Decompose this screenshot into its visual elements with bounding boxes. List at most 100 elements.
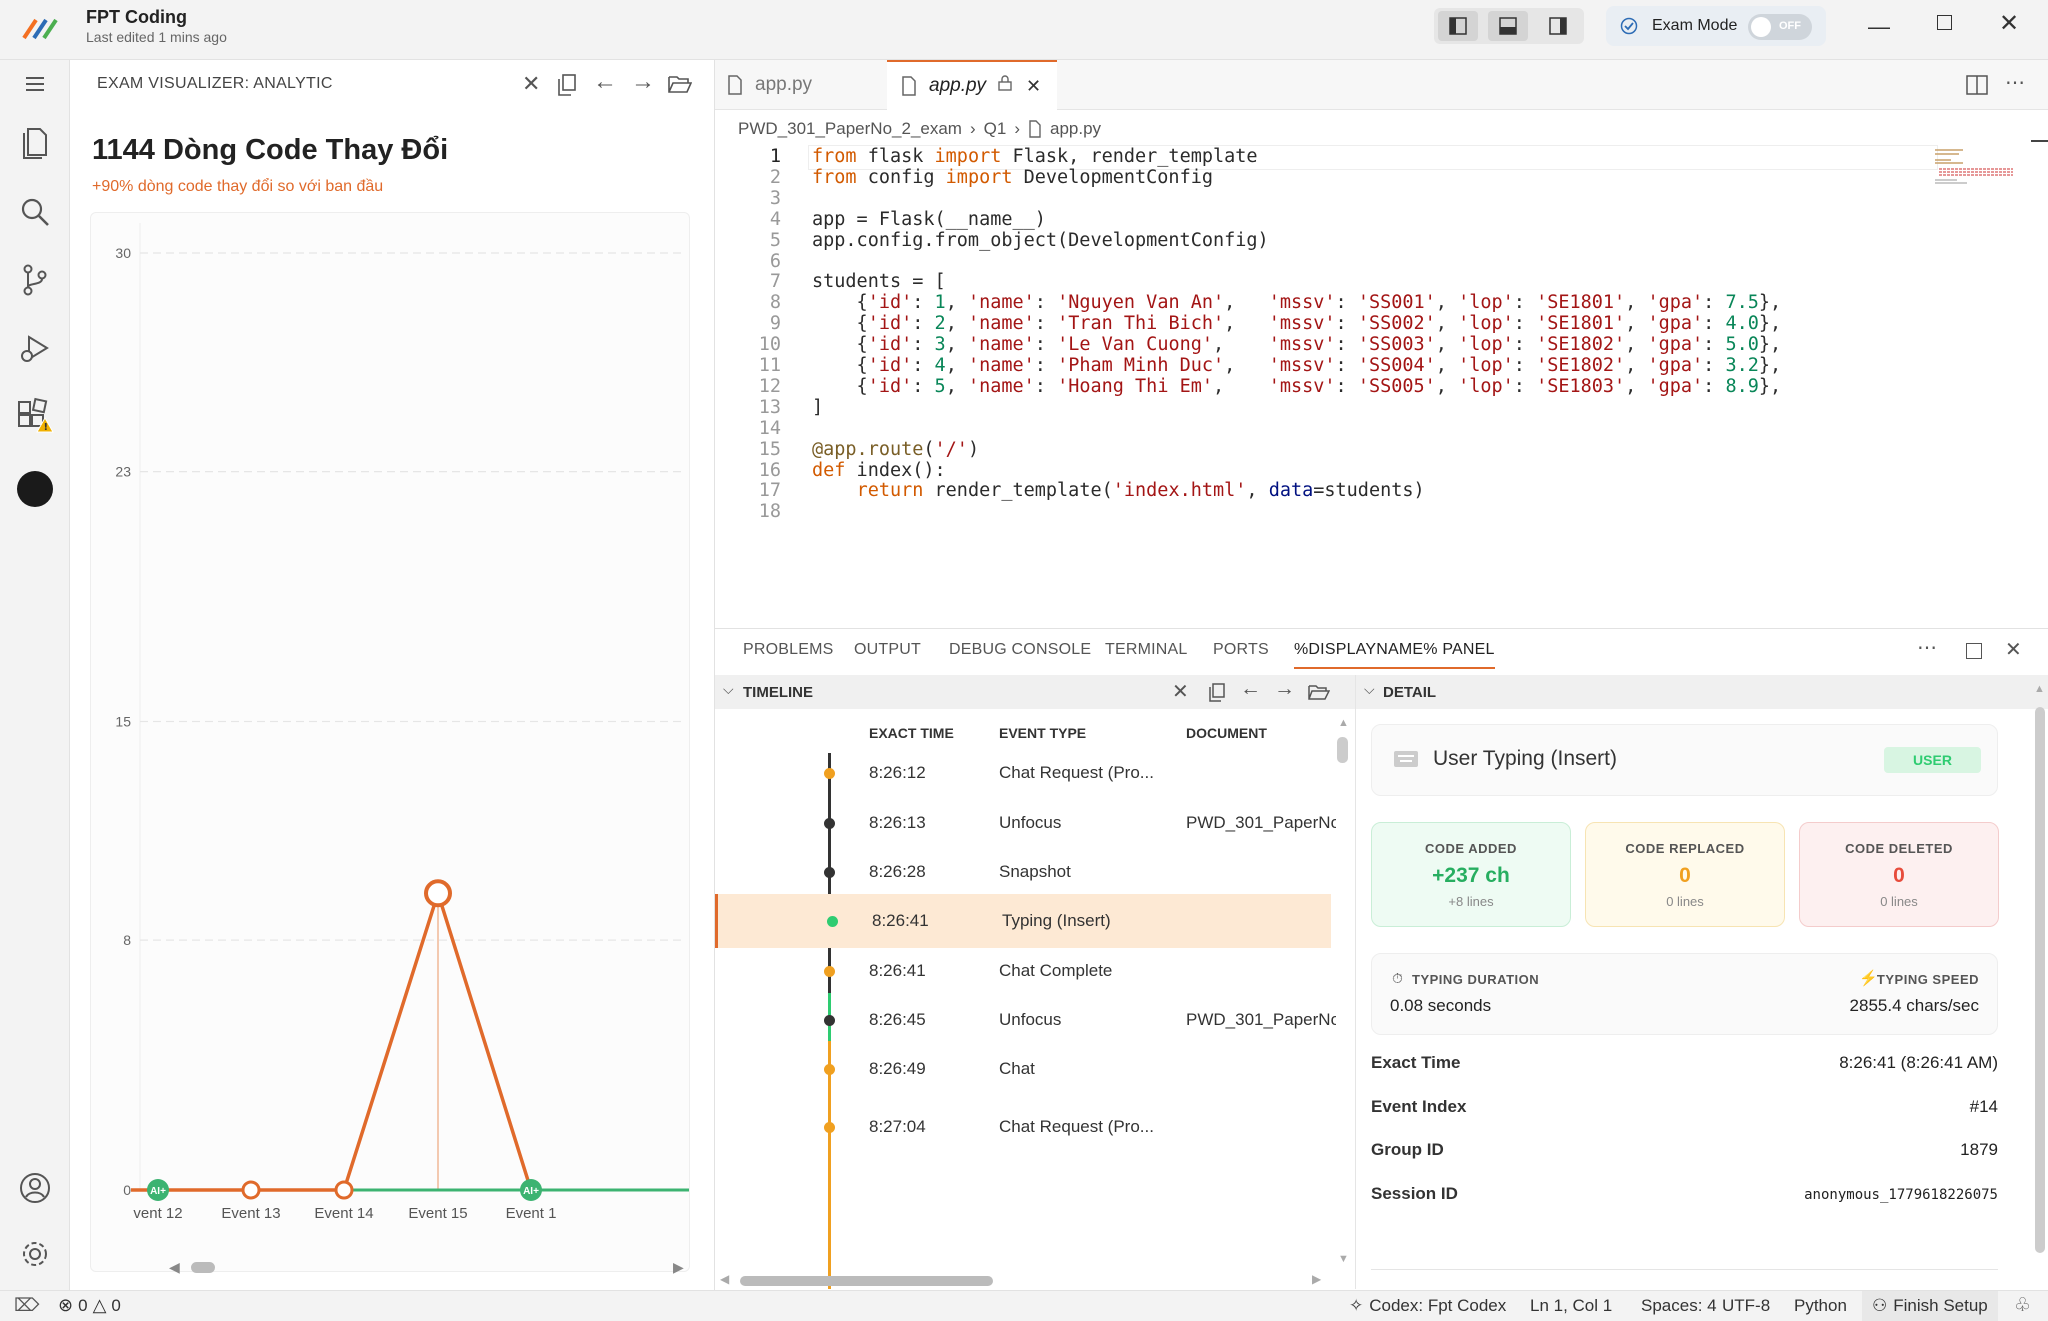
files-icon[interactable] <box>15 122 55 162</box>
breadcrumb-folder[interactable]: PWD_301_PaperNo_2_exam <box>738 119 962 139</box>
scroll-up-icon[interactable]: ▲ <box>1338 717 1349 729</box>
close-panel-icon[interactable]: ✕ <box>2005 637 2022 662</box>
scroll-right-icon[interactable]: ▶ <box>1312 1272 1321 1286</box>
exam-mode-control[interactable]: Exam Mode OFF <box>1606 6 1826 46</box>
scroll-left-icon[interactable]: ◀ <box>720 1272 729 1286</box>
minimap[interactable] <box>1933 146 2029 186</box>
detail-scrollbar-thumb[interactable] <box>2035 707 2045 1253</box>
y-tick-label: 8 <box>123 932 131 948</box>
tab-app-py[interactable]: app.py <box>727 60 887 110</box>
tab-terminal[interactable]: TERMINAL <box>1105 641 1188 659</box>
more-actions-icon[interactable]: ⋯ <box>2005 70 2025 95</box>
language-mode[interactable]: Python <box>1794 1296 1847 1316</box>
scroll-down-icon[interactable]: ▼ <box>1338 1253 1349 1265</box>
x-tick-label: Event 13 <box>221 1205 280 1222</box>
settings-gear-icon[interactable] <box>15 1234 55 1274</box>
finish-setup-button[interactable]: ⚇ Finish Setup <box>1862 1291 1998 1321</box>
more-actions-icon[interactable]: ⋯ <box>1917 635 1937 660</box>
encoding[interactable]: UTF-8 <box>1722 1296 1770 1316</box>
codex-status[interactable]: ✧ Codex: Fpt Codex <box>1349 1296 1506 1316</box>
event-time: 8:26:13 <box>869 813 926 832</box>
timeline-hscrollbar-thumb[interactable] <box>740 1276 993 1286</box>
detail-field-row: Group ID 1879 <box>1371 1140 1998 1170</box>
scroll-right-icon[interactable]: ▶ <box>673 1259 684 1276</box>
minimize-icon[interactable]: — <box>1868 14 1890 40</box>
tab-ports[interactable]: PORTS <box>1213 641 1269 659</box>
code-text: {'id': 4, 'name': 'Pham Minh Duc', 'mssv… <box>812 355 1782 376</box>
line-number: 4 <box>769 208 781 230</box>
timeline-row[interactable]: 8:26:12 Chat Request (Pro... <box>715 746 1331 800</box>
toggle-sidebar-icon[interactable] <box>1438 11 1478 41</box>
tab-output[interactable]: OUTPUT <box>854 641 921 659</box>
code-added-card: CODE ADDED +237 ch +8 lines <box>1371 822 1571 927</box>
timeline-row[interactable]: 8:26:13 Unfocus PWD_301_PaperNo <box>715 796 1336 850</box>
indentation[interactable]: Spaces: 4 <box>1641 1296 1717 1316</box>
finish-setup-label: Finish Setup <box>1893 1296 1988 1315</box>
close-tab-icon[interactable]: ✕ <box>1026 76 1041 97</box>
remote-icon[interactable]: ⌦ <box>14 1295 39 1316</box>
bottom-panel: PROBLEMS OUTPUT DEBUG CONSOLE TERMINAL P… <box>715 628 2048 1290</box>
arrow-left-icon[interactable]: ← <box>593 68 617 96</box>
status-bar: ⌦ ⊗ 0 △ 0 ✧ Codex: Fpt Codex Ln 1, Col 1… <box>0 1290 2048 1321</box>
chevron-down-icon[interactable]: ⌵ <box>1364 681 1375 698</box>
search-icon[interactable] <box>15 192 55 232</box>
toggle-secondary-sidebar-icon[interactable] <box>1538 11 1578 41</box>
maximize-icon[interactable] <box>1937 15 1952 30</box>
chevron-down-icon[interactable]: ⌵ <box>723 681 734 698</box>
arrow-right-icon[interactable]: → <box>631 68 655 96</box>
tab-problems[interactable]: PROBLEMS <box>743 641 834 659</box>
tab-displayname-panel[interactable]: %DISPLAYNAME% PANEL <box>1294 641 1495 669</box>
code-added-lines: +8 lines <box>1448 894 1494 909</box>
event-type: Unfocus <box>999 1010 1062 1029</box>
code-deleted-lines: 0 lines <box>1880 894 1918 909</box>
source-control-icon[interactable] <box>15 260 55 300</box>
close-icon[interactable]: ✕ <box>1172 679 1189 704</box>
event-dot <box>824 1064 835 1075</box>
toggle-panel-icon[interactable] <box>1488 11 1528 41</box>
copy-icon[interactable] <box>1209 683 1225 702</box>
folder-open-icon[interactable] <box>668 75 692 93</box>
breadcrumb-subfolder[interactable]: Q1 <box>984 119 1007 139</box>
arrow-right-icon[interactable]: → <box>1274 677 1295 701</box>
maximize-panel-icon[interactable] <box>1966 643 1982 659</box>
record-icon[interactable] <box>15 469 55 509</box>
copy-icon[interactable] <box>558 74 576 96</box>
timeline-row[interactable]: 8:27:04 Chat Request (Pro... <box>715 1100 1331 1154</box>
account-icon[interactable] <box>15 1168 55 1208</box>
timeline-row[interactable]: 8:26:41 Typing (Insert) <box>715 894 1331 948</box>
timeline-row[interactable]: 8:26:28 Snapshot <box>715 845 1331 899</box>
panel-tab-bar: PROBLEMS OUTPUT DEBUG CONSOLE TERMINAL P… <box>715 629 2048 673</box>
menu-icon[interactable] <box>15 64 55 104</box>
tab-debug-console[interactable]: DEBUG CONSOLE <box>949 641 1091 659</box>
breadcrumb-file[interactable]: app.py <box>1050 119 1101 139</box>
code-area[interactable]: 1 from flask import Flask, render_templat… <box>715 142 1955 628</box>
timeline-row[interactable]: 8:26:49 Chat <box>715 1042 1331 1096</box>
arrow-left-icon[interactable]: ← <box>1240 677 1261 701</box>
chevron-right-icon: › <box>1014 119 1020 138</box>
timeline-row[interactable]: 8:26:45 Unfocus PWD_301_PaperNo <box>715 993 1336 1047</box>
extensions-icon[interactable]: ! <box>15 396 55 436</box>
close-icon[interactable]: ✕ <box>522 71 540 97</box>
close-window-icon[interactable]: ✕ <box>1999 9 2019 38</box>
scroll-left-icon[interactable]: ◀ <box>169 1259 180 1276</box>
code-editor: app.py app.py ✕ ⋯ PWD_301_PaperNo_2_exam… <box>715 60 2048 628</box>
split-editor-icon[interactable] <box>1966 75 1988 95</box>
event-type: Chat Request (Pro... <box>999 763 1154 782</box>
timeline-row[interactable]: 8:26:41 Chat Complete <box>715 944 1331 998</box>
event-dot <box>824 1015 835 1026</box>
timeline-scrollbar-thumb[interactable] <box>1337 737 1348 763</box>
problems-status[interactable]: ⊗ 0 △ 0 <box>58 1295 121 1316</box>
exam-mode-toggle[interactable]: OFF <box>1748 14 1812 40</box>
scroll-up-icon[interactable]: ▲ <box>2034 683 2045 695</box>
typing-duration-value: 0.08 seconds <box>1390 996 1492 1015</box>
notifications-bell-icon[interactable]: ♧ <box>2014 1294 2031 1317</box>
cursor-position[interactable]: Ln 1, Col 1 <box>1530 1296 1612 1316</box>
line-number: 17 <box>758 480 781 502</box>
run-debug-icon[interactable] <box>15 328 55 368</box>
event-type: Typing (Insert) <box>1002 911 1111 930</box>
data-point <box>241 1180 261 1200</box>
folder-open-icon[interactable] <box>1308 684 1330 700</box>
event-document: PWD_301_PaperNo <box>1186 1010 1336 1029</box>
chart-scrollbar-thumb[interactable] <box>191 1262 215 1273</box>
tab-app-py-active[interactable]: app.py ✕ <box>887 60 1057 110</box>
